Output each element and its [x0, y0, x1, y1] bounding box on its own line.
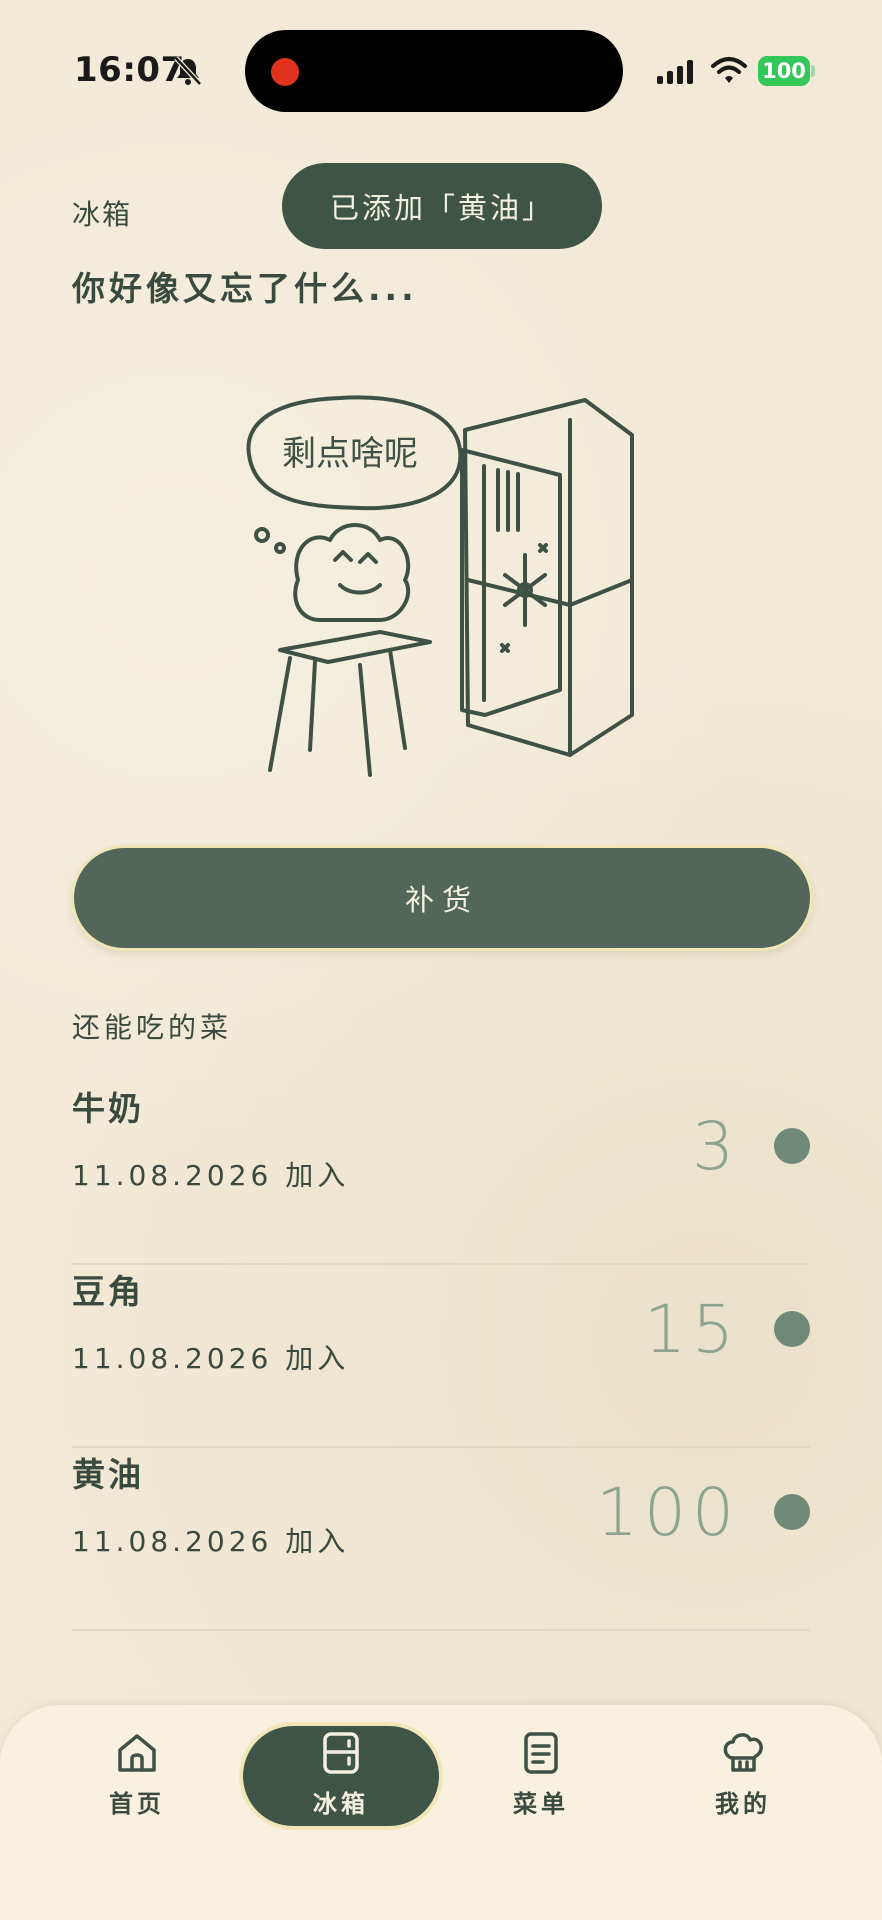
- home-icon: [118, 1734, 156, 1772]
- item-quantity: 15: [644, 1291, 740, 1368]
- cellular-signal-icon: [657, 60, 693, 84]
- item-quantity: 100: [596, 1474, 740, 1551]
- divider: [72, 1629, 810, 1631]
- list-item[interactable]: 豆角 11.08.2026 加入 15: [72, 1265, 810, 1448]
- tab-label: 菜单: [513, 1790, 569, 1818]
- section-title: 还能吃的菜: [72, 1011, 233, 1044]
- illustration-caption: 剩点啥呢: [282, 434, 418, 474]
- tab-home[interactable]: 首页: [72, 1728, 202, 1838]
- item-name: 牛奶: [72, 1089, 144, 1128]
- tab-menu[interactable]: 菜单: [476, 1728, 606, 1838]
- tab-fridge[interactable]: 冰箱: [276, 1728, 406, 1838]
- fridge-icon: [323, 1732, 359, 1774]
- list-item[interactable]: 黄油 11.08.2026 加入 100: [72, 1448, 810, 1631]
- battery-tip: [811, 65, 815, 77]
- fridge-illustration: 剩点啥呢: [246, 395, 634, 777]
- item-date: 11.08.2026 加入: [72, 1525, 350, 1558]
- toast-notification: 已添加「黄油」: [282, 163, 602, 249]
- wifi-icon: [711, 57, 747, 83]
- item-quantity: 3: [692, 1108, 740, 1185]
- item-status-dot[interactable]: [774, 1311, 810, 1347]
- item-status-dot[interactable]: [774, 1494, 810, 1530]
- tab-label: 首页: [109, 1790, 165, 1818]
- page-subtitle: 你好像又忘了什么...: [72, 269, 418, 308]
- item-status-dot[interactable]: [774, 1128, 810, 1164]
- tab-label: 我的: [715, 1790, 771, 1818]
- restock-button[interactable]: 补货: [74, 848, 810, 948]
- tab-label: 冰箱: [313, 1790, 369, 1818]
- menu-list-icon: [524, 1732, 558, 1774]
- page-title: 冰箱: [72, 198, 133, 231]
- bell-muted-icon: [174, 56, 202, 86]
- chef-hat-icon: [723, 1733, 763, 1772]
- battery-indicator: 100: [758, 56, 810, 86]
- tab-profile[interactable]: 我的: [678, 1728, 808, 1838]
- item-date: 11.08.2026 加入: [72, 1159, 350, 1192]
- dynamic-island: [245, 30, 623, 112]
- item-name: 豆角: [72, 1272, 144, 1311]
- list-item[interactable]: 牛奶 11.08.2026 加入 3: [72, 1082, 810, 1265]
- status-time: 16:07: [74, 50, 185, 90]
- item-date: 11.08.2026 加入: [72, 1342, 350, 1375]
- item-name: 黄油: [72, 1455, 144, 1494]
- recording-indicator: [271, 58, 299, 86]
